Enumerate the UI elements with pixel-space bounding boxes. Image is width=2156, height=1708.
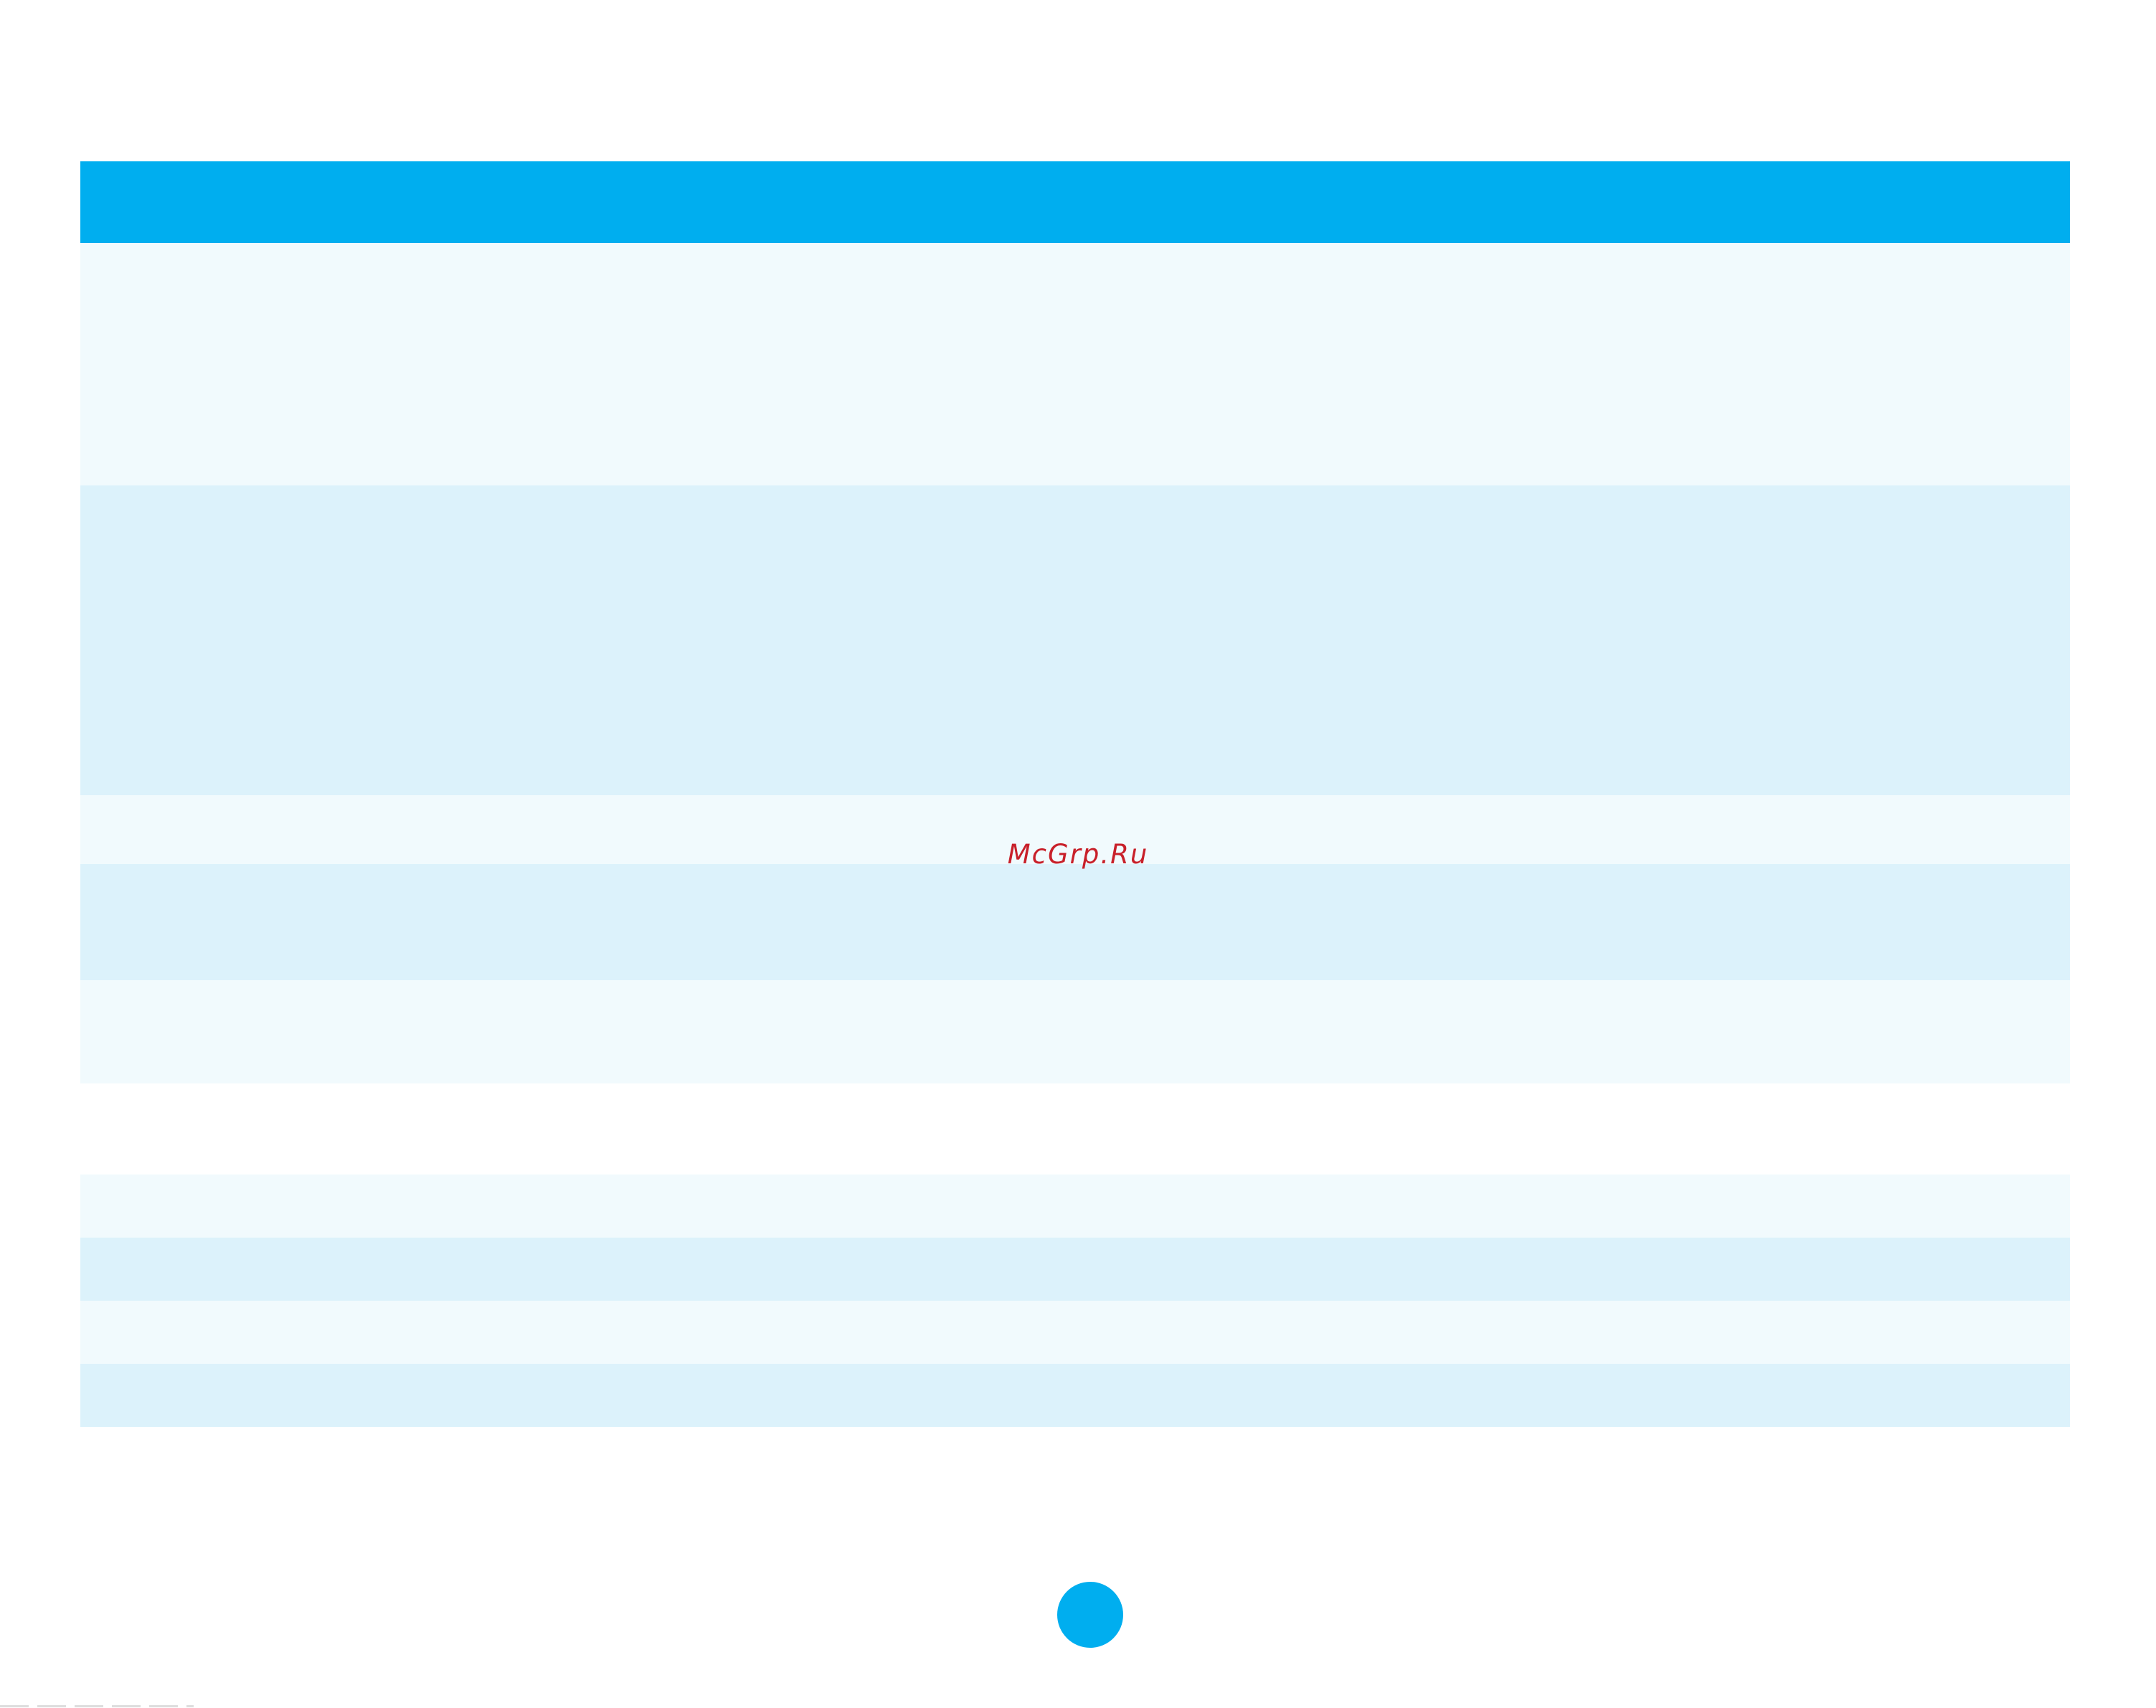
table-row [80, 1238, 2070, 1301]
table-row [80, 1175, 2070, 1238]
table-header-bar [80, 161, 2070, 243]
table-row [80, 980, 2070, 1083]
table-row [80, 1301, 2070, 1364]
watermark-text: McGrp.Ru [1007, 839, 1149, 870]
table-row [80, 1364, 2070, 1427]
page-number-badge [1057, 1582, 1123, 1648]
table-row [80, 864, 2070, 980]
footer-divider [0, 1705, 194, 1707]
table-row [80, 243, 2070, 485]
table-row [80, 485, 2070, 795]
